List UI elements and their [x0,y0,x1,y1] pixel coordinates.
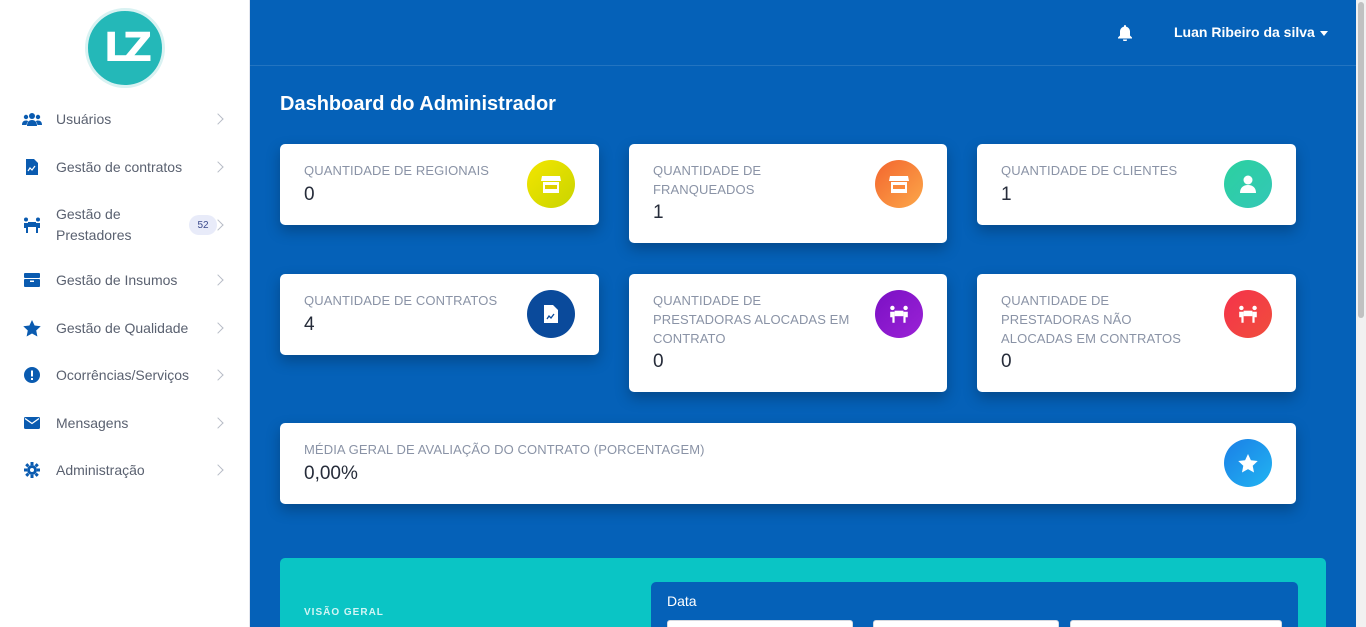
sidebar-item-label: Gestão de Prestadores [56,206,132,243]
chevron-right-icon [212,113,224,125]
envelope-icon [22,413,42,433]
sidebar-item-administracao[interactable]: Administração [0,450,249,490]
date-filter-panel: Data [651,582,1298,627]
caret-down-icon [1319,30,1328,36]
people-carry-icon [1224,290,1272,338]
contract-file-icon [22,157,42,177]
chevron-right-icon [212,161,224,173]
card-value: 0 [304,184,315,205]
card-label: Quantidade de Prestadoras alocadas em co… [653,293,850,346]
stat-card-clientes: Quantidade de Clientes 1 [977,144,1296,225]
sidebar-item-usuarios[interactable]: Usuários [0,99,249,139]
stat-card-contratos: Quantidade de Contratos 4 [280,274,599,355]
chevron-right-icon [212,322,224,334]
sidebar-item-label: Mensagens [56,414,129,431]
stat-card-media-avaliacao: Média geral de avaliação do contrato (po… [280,423,1296,504]
date-end-input[interactable] [873,620,1059,627]
card-value: 1 [1001,184,1012,205]
date-label: Data [667,593,697,609]
store-icon [527,160,575,208]
sidebar-item-gestao-prestadores[interactable]: Gestão de Prestadores 52 [0,203,249,247]
card-value: 0,00% [304,463,358,484]
sidebar-item-ocorrencias[interactable]: Ocorrências/Serviços [0,355,249,395]
user-name: Luan Ribeiro da silva [1174,24,1315,40]
scrollbar-thumb[interactable] [1358,2,1364,318]
star-icon [1224,439,1272,487]
contract-file-icon [527,290,575,338]
app-logo[interactable]: LZ [85,8,165,88]
card-label: Quantidade de Prestadoras não alocadas e… [1001,293,1182,346]
people-carry-icon [875,290,923,338]
chevron-right-icon [212,369,224,381]
chevron-right-icon [212,464,224,476]
card-value: 0 [653,351,664,372]
bell-icon[interactable] [1118,25,1132,42]
sidebar-item-label: Administração [56,461,145,478]
sidebar-item-gestao-qualidade[interactable]: Gestão de Qualidade [0,308,249,348]
sidebar: LZ Usuários Gestão de contratos Gestão d… [0,0,250,627]
overview-label: Visão geral [304,607,384,618]
card-value: 0 [1001,351,1012,372]
card-label: Quantidade de Franqueados [653,163,762,197]
sidebar-item-gestao-contratos[interactable]: Gestão de contratos [0,147,249,187]
stat-card-prestadoras-alocadas: Quantidade de Prestadoras alocadas em co… [629,274,947,392]
top-bar: Luan Ribeiro da silva [250,0,1356,66]
sidebar-item-mensagens[interactable]: Mensagens [0,403,249,443]
star-icon [22,318,42,338]
sidebar-item-label: Usuários [56,110,112,127]
overview-panel: Visão geral Data [280,558,1326,627]
card-label: Quantidade de Regionais [304,163,490,178]
page-title: Dashboard do Administrador [280,93,556,115]
users-icon [22,109,42,129]
card-value: 4 [304,314,315,335]
exclamation-circle-icon [22,365,42,385]
date-start-input[interactable] [667,620,853,627]
stat-card-regionais: Quantidade de Regionais 0 [280,144,599,225]
card-label: Quantidade de Clientes [1001,163,1178,178]
card-label: Média geral de avaliação do contrato (po… [304,442,705,457]
sidebar-item-label: Gestão de Qualidade [56,319,189,336]
sidebar-item-label: Gestão de contratos [56,158,183,175]
chevron-right-icon [212,417,224,429]
sidebar-item-label: Gestão de Insumos [56,271,178,288]
date-filter-select[interactable] [1070,620,1282,627]
box-icon [22,270,42,290]
chevron-right-icon [212,274,224,286]
vertical-scrollbar[interactable] [1356,0,1366,627]
user-menu[interactable]: Luan Ribeiro da silva [1174,24,1328,40]
sidebar-item-gestao-insumos[interactable]: Gestão de Insumos [0,260,249,300]
card-value: 1 [653,202,664,223]
stat-card-franqueados: Quantidade de Franqueados 1 [629,144,947,243]
card-label: Quantidade de Contratos [304,293,498,308]
user-icon [1224,160,1272,208]
store-icon [875,160,923,208]
people-carry-icon [22,215,42,235]
stat-card-prestadoras-nao-alocadas: Quantidade de Prestadoras não alocadas e… [977,274,1296,392]
gear-icon [22,460,42,480]
sidebar-item-label: Ocorrências/Serviços [56,366,190,383]
